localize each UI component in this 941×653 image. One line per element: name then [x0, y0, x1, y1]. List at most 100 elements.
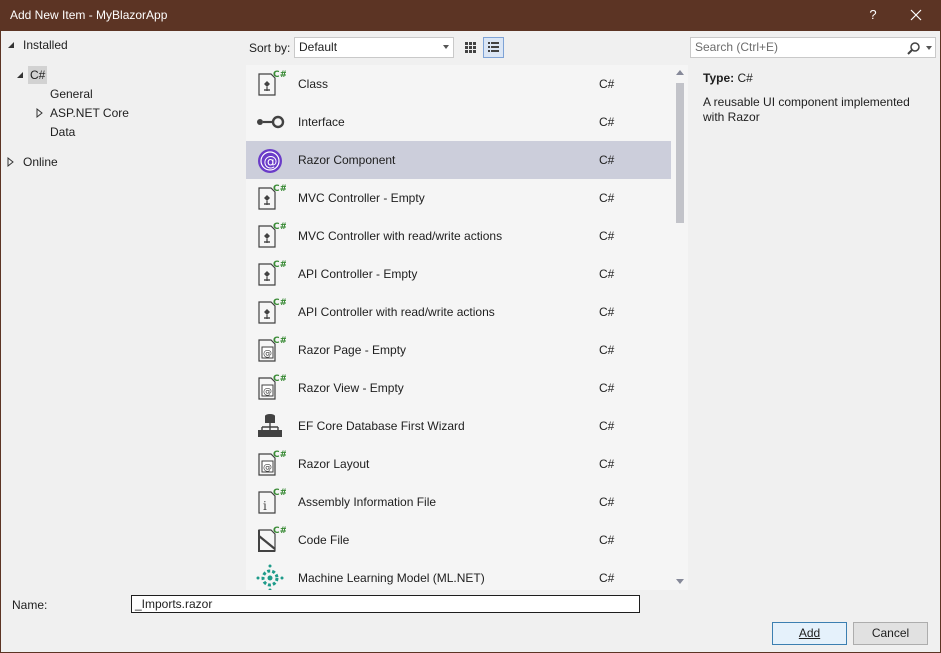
info-file-icon: i C# — [254, 486, 287, 518]
template-list[interactable]: C# Class C# Interface C# @ Razor Component C# C#… — [246, 65, 688, 590]
sort-by-dropdown[interactable]: Default — [294, 37, 454, 58]
template-name: EF Core Database First Wizard — [298, 419, 465, 433]
template-language: C# — [599, 229, 615, 243]
svg-text:C#: C# — [273, 222, 286, 232]
help-button[interactable]: ? — [862, 4, 884, 26]
grid-view-button[interactable] — [460, 37, 481, 58]
tree-item-data[interactable]: Data — [50, 123, 75, 141]
tree-item-data-label: Data — [50, 125, 76, 139]
close-icon — [910, 9, 922, 21]
template-language: C# — [599, 77, 615, 91]
template-row[interactable]: EF Core Database First Wizard C# — [246, 407, 671, 445]
add-button[interactable]: Add — [772, 622, 847, 645]
template-language: C# — [599, 381, 615, 395]
template-row[interactable]: @ C# Razor View - Empty C# — [246, 369, 671, 407]
expanded-arrow-icon — [8, 42, 14, 48]
svg-text:C#: C# — [273, 488, 286, 498]
template-language: C# — [599, 153, 615, 167]
chevron-down-icon — [443, 45, 449, 49]
class-file-icon: C# — [254, 258, 287, 290]
scroll-down-icon[interactable] — [676, 579, 684, 584]
ml-icon — [254, 562, 286, 590]
list-view-button[interactable] — [483, 37, 504, 58]
title-bar: Add New Item - MyBlazorApp ? — [0, 0, 941, 31]
name-input[interactable]: _Imports.razor — [131, 595, 640, 613]
razor-file-icon: @ C# — [254, 372, 287, 404]
template-row[interactable]: C# API Controller with read/write actions… — [246, 293, 671, 331]
expanded-arrow-icon — [17, 72, 23, 78]
template-row[interactable]: C# Class C# — [246, 65, 671, 103]
template-language: C# — [599, 343, 615, 357]
class-file-icon: C# — [254, 220, 287, 252]
template-row[interactable]: @ C# Razor Layout C# — [246, 445, 671, 483]
svg-text:C#: C# — [273, 184, 286, 194]
tree-item-csharp[interactable]: C# — [15, 66, 48, 84]
template-name: MVC Controller - Empty — [298, 191, 425, 205]
name-label: Name: — [12, 598, 48, 612]
code-file-icon: C# — [254, 524, 287, 556]
tree-item-online-label: Online — [23, 155, 58, 169]
svg-text:C#: C# — [273, 70, 286, 80]
svg-text:C#: C# — [273, 450, 286, 460]
cancel-button[interactable]: Cancel — [853, 622, 928, 645]
template-language: C# — [599, 305, 615, 319]
class-file-icon: C# — [254, 68, 287, 100]
template-row[interactable]: C# API Controller - Empty C# — [246, 255, 671, 293]
scroll-up-icon[interactable] — [676, 70, 684, 75]
svg-text:@: @ — [263, 387, 272, 397]
class-file-icon: C# — [254, 296, 287, 328]
search-icon — [907, 42, 920, 55]
template-info-pane: Type: C# A reusable UI component impleme… — [703, 71, 933, 125]
template-name: Razor Layout — [298, 457, 370, 471]
svg-text:i: i — [263, 499, 267, 513]
template-row[interactable]: C# Code File C# — [246, 521, 671, 559]
close-button[interactable] — [905, 4, 927, 26]
svg-text:C#: C# — [273, 336, 286, 346]
template-row[interactable]: @ Razor Component C# — [246, 141, 671, 179]
template-name: Machine Learning Model (ML.NET) — [298, 571, 485, 585]
window-title: Add New Item - MyBlazorApp — [10, 8, 168, 22]
template-row[interactable]: C# MVC Controller - Empty C# — [246, 179, 671, 217]
template-type: Type: C# — [703, 71, 933, 85]
tree-item-aspnetcore-label: ASP.NET Core — [50, 106, 129, 120]
razor-file-icon: @ C# — [254, 448, 287, 480]
tree-item-aspnetcore[interactable]: ASP.NET Core — [35, 104, 129, 122]
tree-item-csharp-label: C# — [28, 66, 48, 84]
list-view-icon — [488, 42, 499, 52]
vertical-scrollbar[interactable] — [672, 65, 688, 590]
svg-text:@: @ — [263, 463, 272, 473]
template-name: Razor View - Empty — [298, 381, 404, 395]
template-language: C# — [599, 191, 615, 205]
search-options-chevron-icon[interactable] — [926, 46, 932, 50]
template-name: Interface — [298, 115, 345, 129]
svg-text:C#: C# — [273, 374, 286, 384]
template-name: MVC Controller with read/write actions — [298, 229, 503, 243]
template-language: C# — [599, 571, 615, 585]
tree-item-online[interactable]: Online — [6, 153, 58, 171]
dialog-body: Installed C# General ASP.NET Core Data O… — [1, 31, 940, 590]
svg-text:C#: C# — [273, 526, 286, 536]
svg-text:@: @ — [264, 154, 278, 170]
tree-item-general[interactable]: General — [50, 85, 93, 103]
template-language: C# — [599, 495, 615, 509]
template-row[interactable]: @ C# Razor Page - Empty C# — [246, 331, 671, 369]
template-name: Assembly Information File — [298, 495, 437, 509]
collapsed-arrow-icon — [7, 156, 14, 168]
template-row[interactable]: Interface C# — [246, 103, 671, 141]
scrollbar-thumb[interactable] — [676, 83, 684, 223]
class-file-icon: C# — [254, 182, 287, 214]
template-row[interactable]: Machine Learning Model (ML.NET) C# — [246, 559, 671, 590]
tree-item-installed[interactable]: Installed — [6, 36, 68, 54]
database-icon — [254, 410, 286, 442]
template-language: C# — [599, 267, 615, 281]
tree-item-general-label: General — [50, 87, 93, 101]
template-name: Razor Page - Empty — [298, 343, 407, 357]
search-input[interactable]: Search (Ctrl+E) — [690, 37, 936, 58]
collapsed-arrow-icon — [36, 107, 43, 119]
razor-file-icon: @ C# — [254, 334, 287, 366]
template-name: API Controller - Empty — [298, 267, 418, 281]
template-row[interactable]: i C# Assembly Information File C# — [246, 483, 671, 521]
type-label: Type: — [703, 71, 735, 85]
template-row[interactable]: C# MVC Controller with read/write actions… — [246, 217, 671, 255]
sort-by-value: Default — [299, 40, 338, 54]
